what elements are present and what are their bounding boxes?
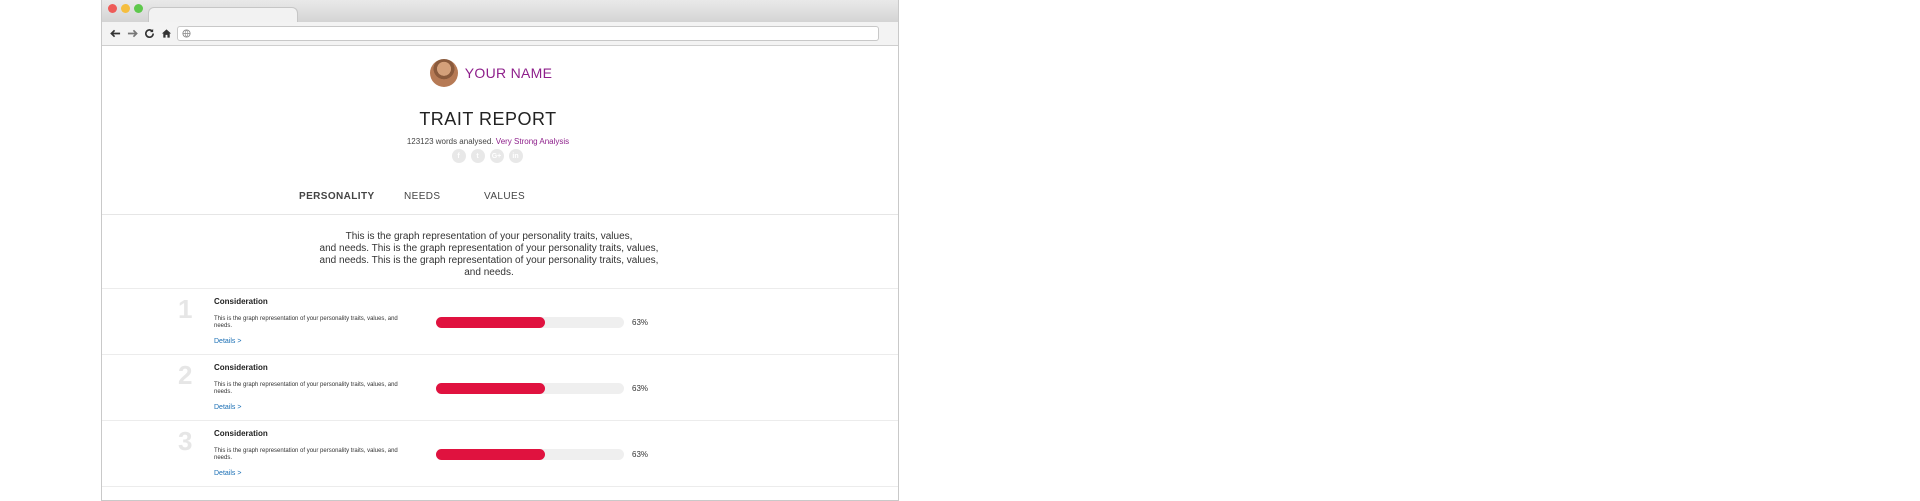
back-button[interactable] — [107, 25, 124, 42]
trait-percent: 63% — [632, 318, 649, 327]
trait-name: Consideration — [214, 297, 268, 306]
trait-rank: 2 — [178, 360, 193, 390]
trait-progress-bar — [436, 449, 624, 460]
trait-progress-fill — [436, 317, 546, 328]
report-page: YOUR NAME TRAIT REPORT 123123 words anal… — [102, 46, 898, 500]
trait-description: This is the graph representation of your… — [214, 316, 398, 329]
google-plus-icon[interactable]: G+ — [489, 149, 504, 163]
analysis-strength: Very Strong Analysis — [495, 137, 570, 146]
profile-name: YOUR NAME — [464, 65, 553, 81]
browser-window: YOUR NAME TRAIT REPORT 123123 words anal… — [101, 0, 899, 501]
trait-progress-bar — [436, 383, 624, 394]
trait-progress-bar — [436, 317, 624, 328]
page-title: TRAIT REPORT — [419, 109, 557, 129]
report-tabs: PERSONALITY NEEDS VALUES — [102, 191, 898, 205]
browser-toolbar — [102, 22, 898, 46]
trait-row: 2 Consideration This is the graph repres… — [102, 355, 898, 421]
social-share-bar: f t G+ in — [102, 149, 898, 163]
tab-needs[interactable]: NEEDS — [404, 191, 440, 202]
back-icon — [110, 29, 121, 38]
tab-values[interactable]: VALUES — [484, 191, 525, 202]
facebook-icon[interactable]: f — [451, 149, 466, 163]
reload-icon — [145, 28, 154, 39]
trait-description: This is the graph representation of your… — [214, 448, 398, 461]
close-window-button[interactable] — [108, 4, 117, 13]
trait-row: 1 Consideration This is the graph repres… — [102, 289, 898, 355]
twitter-icon[interactable]: t — [470, 149, 485, 163]
forward-button[interactable] — [124, 25, 141, 42]
analysis-summary: 123123 words analysed. Very Strong Analy… — [102, 137, 898, 146]
trait-percent: 63% — [632, 450, 649, 459]
trait-row: 3 Consideration This is the graph repres… — [102, 421, 898, 487]
browser-tab[interactable] — [148, 7, 298, 22]
minimize-window-button[interactable] — [121, 4, 130, 13]
trait-description: This is the graph representation of your… — [214, 382, 398, 395]
home-button[interactable] — [158, 25, 175, 42]
trait-name: Consideration — [214, 363, 268, 372]
home-icon — [161, 29, 172, 38]
linkedin-icon[interactable]: in — [508, 149, 523, 163]
details-link[interactable]: Details > — [214, 404, 241, 411]
browser-titlebar — [102, 0, 898, 22]
details-link[interactable]: Details > — [214, 338, 241, 345]
forward-icon — [127, 29, 138, 38]
address-bar[interactable] — [177, 26, 879, 41]
trait-percent: 63% — [632, 384, 649, 393]
trait-name: Consideration — [214, 429, 268, 438]
intro-line: This is the graph representation of your… — [345, 231, 633, 242]
trait-rank: 1 — [178, 294, 193, 324]
avatar — [429, 59, 458, 87]
trait-progress-fill — [436, 383, 546, 394]
trait-progress-fill — [436, 449, 546, 460]
reload-button[interactable] — [141, 25, 158, 42]
window-controls — [108, 4, 143, 13]
intro-text: This is the graph representation of your… — [102, 231, 898, 279]
tab-personality[interactable]: PERSONALITY — [299, 191, 375, 202]
profile-header: YOUR NAME — [102, 59, 898, 87]
tabs-divider — [102, 214, 898, 215]
intro-line: and needs. This is the graph representat… — [319, 255, 659, 266]
details-link[interactable]: Details > — [214, 470, 241, 477]
maximize-window-button[interactable] — [134, 4, 143, 13]
trait-rank: 3 — [178, 426, 193, 456]
intro-line: and needs. — [464, 267, 514, 278]
words-analysed: 123123 words analysed. — [406, 137, 494, 146]
globe-icon — [182, 29, 191, 38]
intro-line: and needs. This is the graph representat… — [319, 243, 659, 254]
